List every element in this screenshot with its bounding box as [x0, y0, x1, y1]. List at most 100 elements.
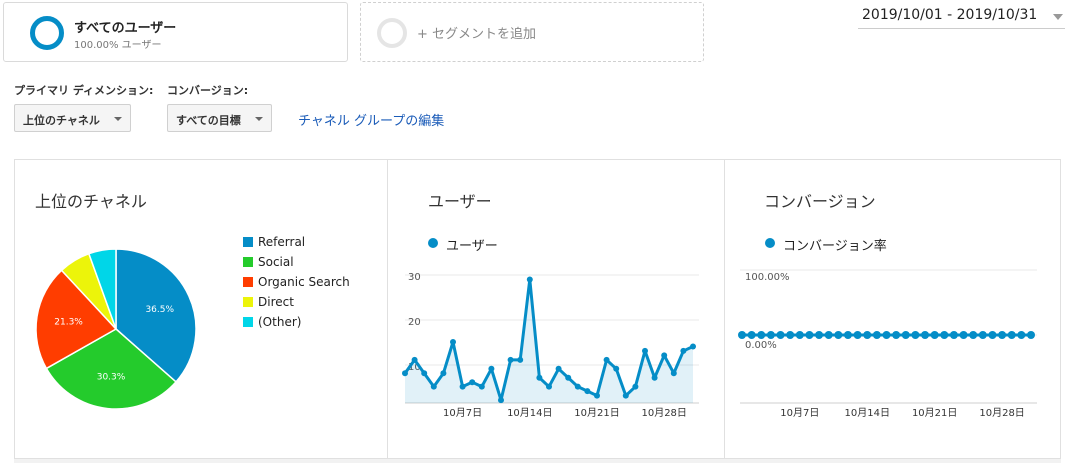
data-point[interactable] [507, 356, 514, 363]
data-point[interactable] [622, 392, 629, 399]
add-segment-label: + セグメントを追加 [417, 27, 537, 42]
data-point[interactable] [450, 339, 456, 345]
conversion-label: コンバージョン: [167, 84, 249, 97]
data-point[interactable] [872, 331, 881, 339]
legend-item-label: (Other) [258, 315, 302, 329]
users-series-label: ユーザー [446, 239, 498, 254]
data-point[interactable] [1007, 331, 1016, 339]
panel-divider [387, 159, 388, 459]
data-point[interactable] [555, 365, 562, 372]
data-point[interactable] [632, 383, 639, 390]
chevron-down-icon [114, 117, 122, 121]
data-point[interactable] [978, 331, 987, 339]
data-point[interactable] [795, 331, 804, 339]
data-point[interactable] [430, 383, 437, 390]
pie-slice-label: 30.3% [97, 373, 126, 383]
data-point[interactable] [661, 352, 668, 359]
data-point[interactable] [911, 331, 920, 339]
data-point[interactable] [421, 370, 428, 377]
y-tick-label: 0.00% [745, 340, 777, 351]
data-point[interactable] [738, 331, 746, 339]
primary-dimension-label: プライマリ ディメンション: [14, 84, 154, 97]
data-point[interactable] [498, 397, 504, 404]
data-point[interactable] [565, 374, 572, 381]
legend-item-label: Direct [258, 295, 294, 309]
data-point[interactable] [488, 365, 495, 372]
data-point[interactable] [642, 347, 648, 354]
legend-swatch [243, 257, 253, 267]
conversion-line-chart: 100.00% 0.00% 10月7日 10月14日 10月21日 10月28日 [738, 269, 1037, 419]
x-tick-label: 10月7日 [780, 407, 819, 419]
data-point[interactable] [959, 331, 968, 339]
data-point[interactable] [526, 276, 533, 283]
legend-item-label: Social [258, 255, 294, 269]
data-point[interactable] [670, 370, 677, 377]
users-panel-title: ユーザー [428, 192, 492, 211]
data-point[interactable] [824, 331, 833, 339]
data-point[interactable] [998, 331, 1007, 339]
data-point[interactable] [892, 331, 901, 339]
date-range-picker[interactable]: 2019/10/01 - 2019/10/31 [858, 4, 1065, 29]
data-point[interactable] [776, 331, 785, 339]
data-point[interactable] [747, 331, 756, 339]
data-point[interactable] [921, 331, 930, 339]
data-point[interactable] [574, 383, 581, 390]
x-tick-label: 10月21日 [574, 407, 619, 419]
primary-dimension-dropdown[interactable]: 上位のチャネル [14, 104, 131, 132]
data-point[interactable] [680, 347, 687, 354]
edit-channel-group-link[interactable]: チャネル グループの編集 [298, 110, 444, 129]
date-range-text: 2019/10/01 - 2019/10/31 [862, 7, 1038, 23]
data-point[interactable] [969, 331, 978, 339]
data-point[interactable] [949, 331, 958, 339]
chevron-down-icon [1053, 14, 1063, 20]
data-point[interactable] [1027, 331, 1035, 339]
data-point[interactable] [613, 365, 620, 372]
data-point[interactable] [853, 331, 862, 339]
data-point[interactable] [834, 331, 843, 339]
data-point[interactable] [988, 331, 997, 339]
data-point[interactable] [469, 379, 476, 386]
legend-item-label: Referral [258, 235, 306, 249]
data-point[interactable] [805, 331, 814, 339]
data-point[interactable] [402, 370, 408, 377]
data-point[interactable] [930, 331, 939, 339]
channels-panel-title: 上位のチャネル [35, 192, 147, 211]
data-point[interactable] [478, 383, 485, 390]
data-point[interactable] [690, 343, 696, 350]
data-point[interactable] [459, 383, 466, 390]
data-point[interactable] [584, 388, 591, 395]
data-point[interactable] [863, 331, 872, 339]
data-point[interactable] [546, 383, 552, 390]
data-point[interactable] [536, 374, 543, 381]
segment-card-all-users[interactable]: すべてのユーザー 100.00% ユーザー [3, 2, 348, 62]
segment-ring-icon [30, 16, 64, 50]
data-point[interactable] [603, 356, 610, 363]
data-point[interactable] [517, 356, 524, 363]
conversion-series-label: コンバージョン率 [783, 239, 887, 254]
legend-item-label: Organic Search [258, 275, 350, 289]
data-point[interactable] [757, 331, 766, 339]
data-point[interactable] [940, 331, 949, 339]
data-point[interactable] [901, 331, 910, 339]
data-point[interactable] [766, 331, 775, 339]
data-point[interactable] [651, 374, 658, 381]
data-point[interactable] [786, 331, 795, 339]
data-point[interactable] [440, 370, 447, 377]
pie-slice-label: 21.3% [54, 318, 83, 328]
data-point[interactable] [594, 392, 600, 399]
chevron-down-icon [255, 117, 263, 121]
conversion-dropdown[interactable]: すべての目標 [167, 104, 272, 132]
add-segment-button[interactable]: + セグメントを追加 [360, 2, 704, 62]
data-point[interactable] [411, 356, 418, 363]
legend-swatch [243, 237, 253, 247]
segment-name: すべてのユーザー [74, 21, 177, 36]
data-point[interactable] [815, 331, 824, 339]
table-header-strip [14, 459, 1061, 463]
conversion-series-dot [765, 238, 775, 248]
data-point[interactable] [882, 331, 891, 339]
users-line-chart: 30201010月7日 10月14日 10月21日 10月28日 [402, 272, 699, 419]
data-point[interactable] [843, 331, 852, 339]
data-point[interactable] [1017, 331, 1026, 339]
conversion-value: すべての目標 [176, 114, 241, 127]
x-tick-label: 10月21日 [912, 407, 957, 419]
